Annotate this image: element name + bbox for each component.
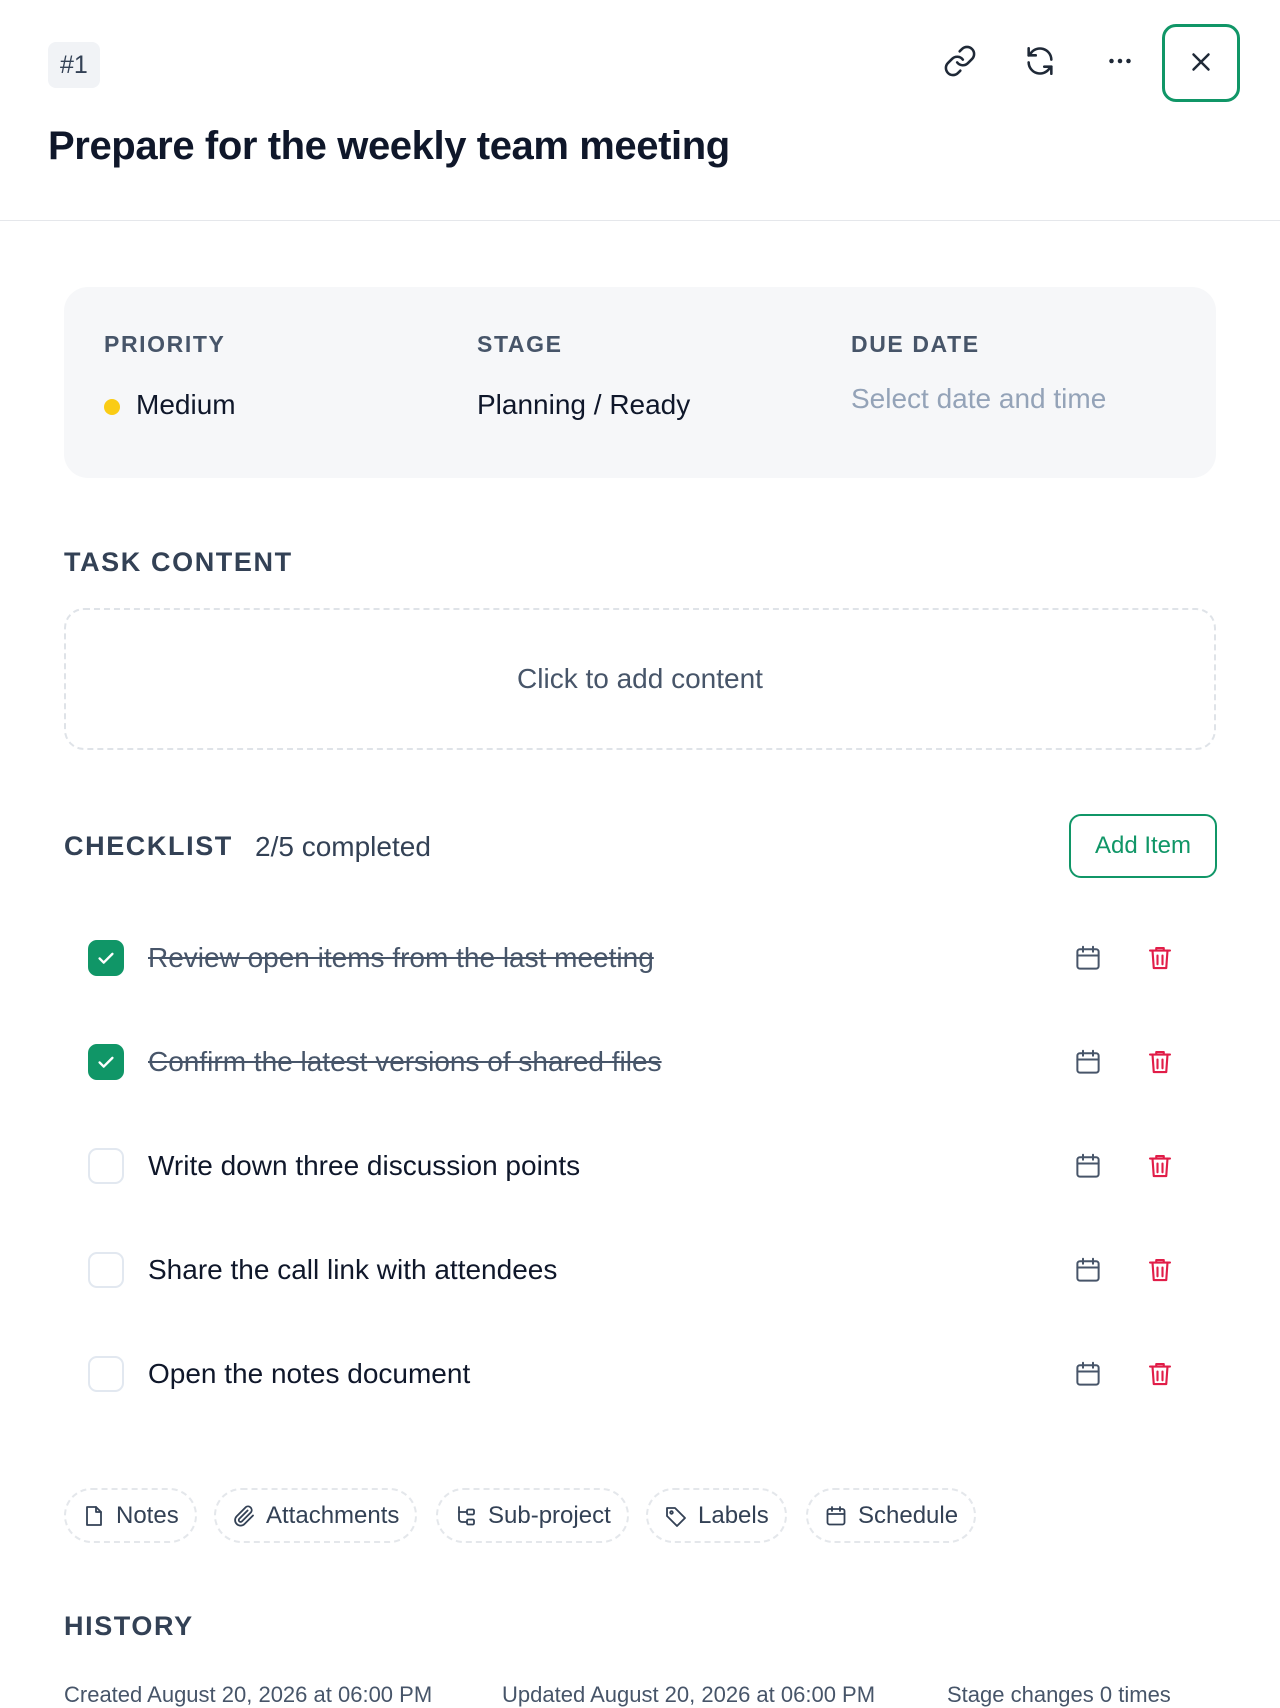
checklist-checkbox[interactable]: [88, 1044, 124, 1080]
checklist-item: Write down three discussion points: [64, 1126, 1216, 1206]
chip-schedule[interactable]: Schedule: [806, 1488, 977, 1543]
history-created: Created August 20, 2026 at 06:00 PM: [64, 1682, 433, 1707]
add-item-button[interactable]: Add Item: [1069, 814, 1217, 878]
calendar-icon[interactable]: [1070, 1044, 1106, 1080]
close-icon: [1186, 47, 1216, 80]
checklist-item-text[interactable]: Confirm the latest versions of shared fi…: [148, 1046, 662, 1078]
trash-icon[interactable]: [1142, 1148, 1178, 1184]
trash-icon[interactable]: [1142, 940, 1178, 976]
ellipsis-icon: [1103, 44, 1137, 81]
close-button[interactable]: [1162, 24, 1240, 102]
task-detail-panel: #1 Prepare for the weekly team meeting P…: [0, 0, 1280, 1707]
history-stage-changes: Stage changes 0 times: [947, 1682, 1171, 1707]
checkmark-icon: [95, 1051, 117, 1073]
priority-label: PRIORITY: [104, 331, 226, 357]
checklist-checkbox[interactable]: [88, 1356, 124, 1392]
history-title: HISTORY: [64, 1611, 194, 1641]
trash-icon[interactable]: [1142, 1044, 1178, 1080]
checklist-item: Open the notes document: [64, 1334, 1216, 1414]
priority-value[interactable]: Medium: [136, 389, 236, 421]
task-content-editor[interactable]: Click to add content: [64, 608, 1216, 750]
trash-icon[interactable]: [1142, 1252, 1178, 1288]
history-updated: Updated August 20, 2026 at 06:00 PM: [502, 1682, 876, 1707]
chip-notes[interactable]: Notes: [64, 1488, 197, 1543]
due-date-picker[interactable]: Select date and time: [851, 383, 1106, 415]
tag-icon: [664, 1504, 688, 1528]
checklist-checkbox[interactable]: [88, 1252, 124, 1288]
file-icon: [82, 1504, 106, 1528]
copy-link-button[interactable]: [932, 34, 988, 90]
refresh-icon: [1023, 44, 1057, 81]
calendar-icon[interactable]: [1070, 1252, 1106, 1288]
checklist-item: Review open items from the last meeting: [64, 918, 1216, 998]
checklist-item-text[interactable]: Share the call link with attendees: [148, 1254, 557, 1286]
trash-icon[interactable]: [1142, 1356, 1178, 1392]
checklist-item: Confirm the latest versions of shared fi…: [64, 1022, 1216, 1102]
refresh-button[interactable]: [1012, 34, 1068, 90]
chip-label: Labels: [698, 1501, 769, 1529]
priority-dot: [104, 399, 120, 415]
checklist-item: Share the call link with attendees: [64, 1230, 1216, 1310]
task-id-badge: #1: [48, 42, 100, 88]
checklist-item-text[interactable]: Review open items from the last meeting: [148, 942, 654, 974]
chip-labels[interactable]: Labels: [646, 1488, 787, 1543]
calendar-icon: [824, 1504, 848, 1528]
task-title[interactable]: Prepare for the weekly team meeting: [48, 124, 730, 169]
task-content-title: TASK CONTENT: [64, 547, 293, 577]
calendar-icon[interactable]: [1070, 940, 1106, 976]
checkmark-icon: [95, 947, 117, 969]
chip-label: Notes: [116, 1501, 179, 1529]
due-date-label: DUE DATE: [851, 331, 980, 357]
calendar-icon[interactable]: [1070, 1148, 1106, 1184]
more-options-button[interactable]: [1092, 34, 1148, 90]
chip-label: Sub-project: [488, 1501, 611, 1529]
task-meta-card: PRIORITY Medium STAGE Planning / Ready D…: [64, 287, 1216, 478]
checklist-item-text[interactable]: Write down three discussion points: [148, 1150, 580, 1182]
link-icon: [943, 44, 977, 81]
checklist-item-text[interactable]: Open the notes document: [148, 1358, 470, 1390]
checklist-checkbox[interactable]: [88, 940, 124, 976]
checklist-title: CHECKLIST: [64, 831, 233, 861]
checklist-progress: 2/5 completed: [255, 831, 431, 862]
chip-sub-project[interactable]: Sub-project: [436, 1488, 629, 1543]
task-header: #1 Prepare for the weekly team meeting: [0, 0, 1280, 221]
chip-attachments[interactable]: Attachments: [214, 1488, 418, 1543]
subproject-icon: [454, 1504, 478, 1528]
checklist-checkbox[interactable]: [88, 1148, 124, 1184]
paperclip-icon: [232, 1504, 256, 1528]
chip-label: Attachments: [266, 1501, 400, 1529]
chip-label: Schedule: [858, 1501, 959, 1529]
stage-label: STAGE: [477, 331, 563, 357]
stage-value[interactable]: Planning / Ready: [477, 389, 690, 421]
calendar-icon[interactable]: [1070, 1356, 1106, 1392]
